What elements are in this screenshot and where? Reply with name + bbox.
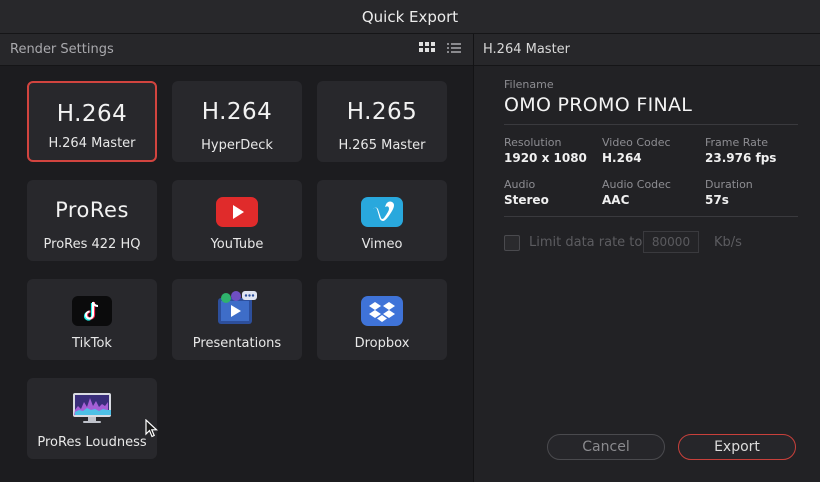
divider [504,124,798,125]
duration-label: Duration [705,178,753,191]
mouse-pointer-icon [145,418,159,443]
limit-data-rate-checkbox[interactable] [504,235,520,251]
selected-preset-header: H.264 Master [474,34,820,66]
preset-label: ProRes 422 HQ [43,237,141,252]
video-codec-label: Video Codec [602,136,671,149]
export-details-panel: Filename OMO PROMO FINAL Resolution 1920… [474,66,820,482]
filename-label: Filename [504,78,554,91]
audio-codec-label: Audio Codec [602,178,671,191]
render-settings-header: Render Settings [0,34,473,66]
preset-vimeo[interactable]: Vimeo [317,180,447,261]
vimeo-icon [361,197,403,231]
audio-value: Stereo [504,193,549,207]
preset-format-text: H.264 [56,101,128,127]
preset-label: H.264 Master [48,136,136,151]
data-rate-unit: Kb/s [714,235,742,250]
resolution-value: 1920 x 1080 [504,151,587,165]
duration-value: 57s [705,193,729,207]
window-title: Quick Export [361,7,459,26]
preset-label: YouTube [210,237,264,252]
window-title-bar: Quick Export [0,0,820,34]
preset-presentations[interactable]: Presentations [172,279,302,360]
loudness-monitor-icon [72,392,112,430]
preset-label: Presentations [192,336,282,351]
export-button[interactable]: Export [678,434,796,460]
list-view-icon[interactable] [447,42,461,54]
preset-youtube[interactable]: YouTube [172,180,302,261]
preset-dropbox[interactable]: Dropbox [317,279,447,360]
preset-h265-master[interactable]: H.265 H.265 Master [317,81,447,162]
preset-format-text: H.264 [201,99,273,125]
preset-label: Dropbox [354,336,410,351]
dropbox-icon [361,296,403,330]
tiktok-icon [72,296,112,330]
preset-label: TikTok [72,336,112,351]
preset-prores-loudness[interactable]: ProRes Loudness [27,378,157,459]
frame-rate-value: 23.976 fps [705,151,777,165]
preset-format-text: ProRes [55,198,129,222]
audio-label: Audio [504,178,536,191]
preset-label: ProRes Loudness [37,435,147,450]
resolution-label: Resolution [504,136,562,149]
selected-preset-title: H.264 Master [483,42,571,57]
preset-grid: H.264 H.264 Master H.264 HyperDeck H.265… [0,66,473,482]
data-rate-input[interactable]: 80000 [643,231,699,253]
divider [504,216,798,217]
cancel-button[interactable]: Cancel [547,434,665,460]
youtube-icon [216,197,258,231]
presentations-icon [215,290,259,332]
audio-codec-value: AAC [602,193,630,207]
preset-prores-422-hq[interactable]: ProRes ProRes 422 HQ [27,180,157,261]
preset-hyperdeck[interactable]: H.264 HyperDeck [172,81,302,162]
preset-h264-master[interactable]: H.264 H.264 Master [27,81,157,162]
preset-tiktok[interactable]: TikTok [27,279,157,360]
video-codec-value: H.264 [602,151,642,165]
limit-data-rate-label: Limit data rate to [529,235,643,250]
frame-rate-label: Frame Rate [705,136,768,149]
render-settings-title: Render Settings [10,42,114,57]
preset-label: H.265 Master [338,138,426,153]
grid-view-icon[interactable] [419,42,435,54]
preset-format-text: H.265 [346,99,418,125]
preset-label: HyperDeck [201,138,273,153]
filename-field[interactable]: OMO PROMO FINAL [504,94,692,116]
preset-label: Vimeo [361,237,403,252]
